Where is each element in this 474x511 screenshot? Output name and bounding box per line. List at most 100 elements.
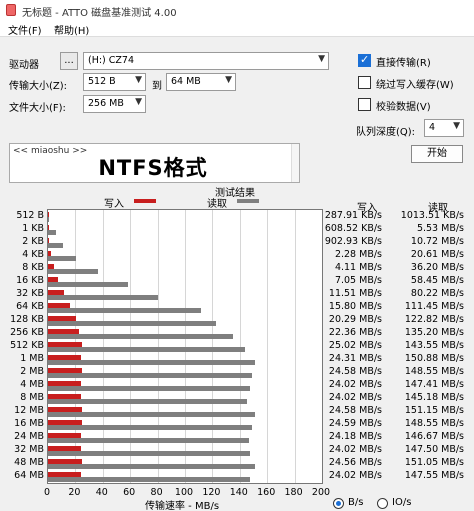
x-axis-tick-label: 180	[284, 487, 303, 498]
x-axis-tick-label: 60	[123, 487, 136, 498]
chevron-down-icon: ▼	[135, 97, 142, 107]
read-value: 145.18 MB/s	[404, 392, 464, 403]
transfer-from-value: 512 B	[88, 76, 116, 87]
transfer-size-label: 传输大小(Z):	[9, 81, 68, 92]
transfer-size-row-label: 256 KB	[10, 327, 44, 338]
x-axis-tick-label: 140	[229, 487, 248, 498]
bypass-cache-checkbox[interactable]	[358, 76, 371, 89]
write-value: 7.05 MB/s	[334, 275, 382, 286]
read-value: 58.45 MB/s	[410, 275, 464, 286]
write-value: 24.02 MB/s	[328, 470, 382, 481]
grid-line	[267, 210, 269, 483]
read-bar	[48, 399, 247, 404]
bytes-per-second-label: B/s	[348, 497, 364, 508]
browse-button[interactable]: ...	[60, 52, 78, 70]
write-value: 15.80 MB/s	[328, 301, 382, 312]
description-scrollbar[interactable]	[291, 144, 299, 182]
read-value: 143.55 MB/s	[404, 340, 464, 351]
write-value: 24.02 MB/s	[328, 444, 382, 455]
description-box[interactable]: << miaoshu >> NTFS格式	[9, 143, 300, 183]
read-value: 147.41 MB/s	[404, 379, 464, 390]
chevron-down-icon: ▼	[225, 75, 232, 85]
write-value: 25.02 MB/s	[328, 340, 382, 351]
transfer-from-select[interactable]: 512 B ▼	[83, 73, 146, 91]
read-value: 1013.51 KB/s	[400, 210, 464, 221]
transfer-to-select[interactable]: 64 MB ▼	[166, 73, 236, 91]
results-chart	[47, 209, 323, 484]
read-value: 151.15 MB/s	[404, 405, 464, 416]
read-bar	[48, 217, 50, 222]
transfer-size-row-label: 16 KB	[16, 275, 44, 286]
io-per-second-radio[interactable]	[377, 498, 388, 509]
legend-write-swatch	[134, 199, 156, 203]
transfer-to-label: 到	[152, 81, 162, 92]
write-value: 24.58 MB/s	[328, 405, 382, 416]
read-bar	[48, 477, 251, 482]
write-value: 24.18 MB/s	[328, 431, 382, 442]
chevron-down-icon: ▼	[135, 75, 142, 85]
read-bar	[48, 321, 217, 326]
read-bar	[48, 360, 255, 365]
title-bar: 无标题 - ATTO 磁盘基准测试 4.00	[0, 0, 474, 20]
read-bar	[48, 282, 129, 287]
read-bar	[48, 386, 250, 391]
bytes-per-second-radio[interactable]	[333, 498, 344, 509]
read-value: 36.20 MB/s	[410, 262, 464, 273]
transfer-size-row-label: 4 KB	[22, 249, 44, 260]
x-axis-tick-label: 40	[95, 487, 108, 498]
x-axis-tick-label: 0	[43, 487, 51, 498]
write-value: 902.93 KB/s	[324, 236, 382, 247]
write-value: 11.51 MB/s	[328, 288, 382, 299]
write-value: 2.28 MB/s	[334, 249, 382, 260]
read-bar	[48, 412, 256, 417]
read-value: 122.82 MB/s	[404, 314, 464, 325]
x-axis-tick-label: 20	[68, 487, 81, 498]
transfer-size-row-label: 2 MB	[20, 366, 44, 377]
transfer-to-value: 64 MB	[171, 76, 201, 87]
transfer-size-row-label: 32 KB	[16, 288, 44, 299]
legend-read-swatch	[237, 199, 259, 203]
read-value: 148.55 MB/s	[404, 418, 464, 429]
verify-data-checkbox[interactable]	[358, 98, 371, 111]
chevron-down-icon: ▼	[318, 54, 325, 64]
read-bar	[48, 256, 77, 261]
queue-depth-value: 4	[429, 122, 436, 133]
transfer-size-row-label: 64 MB	[14, 470, 44, 481]
transfer-size-row-label: 48 MB	[14, 457, 44, 468]
write-value: 287.91 KB/s	[324, 210, 382, 221]
transfer-size-row-label: 8 KB	[22, 262, 44, 273]
window-title: 无标题 - ATTO 磁盘基准测试 4.00	[22, 8, 177, 19]
menu-file[interactable]: 文件(F)	[8, 22, 42, 37]
transfer-size-row-label: 512 B	[16, 210, 44, 221]
read-value: 10.72 MB/s	[410, 236, 464, 247]
file-size-value: 256 MB	[88, 98, 124, 109]
transfer-size-row-label: 1 KB	[22, 223, 44, 234]
drive-label: 驱动器	[9, 60, 39, 71]
read-value: 148.55 MB/s	[404, 366, 464, 377]
transfer-size-row-label: 8 MB	[20, 392, 44, 403]
start-button[interactable]: 开始	[411, 145, 463, 163]
transfer-size-row-label: 4 MB	[20, 379, 44, 390]
read-bar	[48, 243, 63, 248]
transfer-size-row-label: 1 MB	[20, 353, 44, 364]
read-bar	[48, 373, 252, 378]
read-value: 135.20 MB/s	[404, 327, 464, 338]
menu-help[interactable]: 帮助(H)	[54, 22, 89, 37]
grid-line	[294, 210, 296, 483]
file-size-label: 文件大小(F):	[9, 103, 66, 114]
transfer-size-row-label: 2 KB	[22, 236, 44, 247]
x-axis-tick-label: 160	[257, 487, 276, 498]
read-bar	[48, 308, 201, 313]
read-bar	[48, 451, 251, 456]
queue-depth-select[interactable]: 4 ▼	[424, 119, 464, 137]
queue-depth-label: 队列深度(Q):	[356, 127, 416, 138]
legend-read-label: 读取	[207, 199, 227, 210]
direct-io-label: 直接传输(R)	[376, 58, 431, 69]
read-value: 147.55 MB/s	[404, 470, 464, 481]
direct-io-checkbox[interactable]	[358, 53, 371, 67]
drive-select[interactable]: (H:) CZ74 ▼	[83, 52, 329, 70]
transfer-size-row-label: 32 MB	[14, 444, 44, 455]
file-size-select[interactable]: 256 MB ▼	[83, 95, 146, 113]
transfer-size-row-label: 12 MB	[14, 405, 44, 416]
read-value: 5.53 MB/s	[416, 223, 464, 234]
